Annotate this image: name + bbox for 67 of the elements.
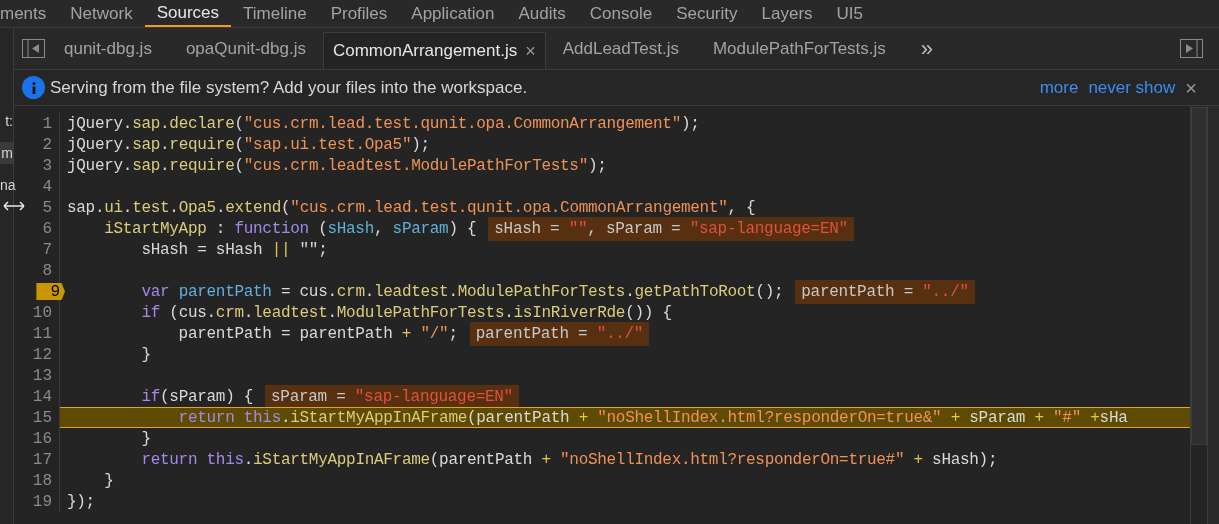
line-number: 6 bbox=[42, 218, 53, 240]
navigator-item[interactable]: m bbox=[0, 142, 13, 164]
line-number: 11 bbox=[32, 323, 53, 345]
code-line: iStartMyApp : function (sHash, sParam) { bbox=[103, 218, 477, 240]
panel-tab[interactable]: Audits bbox=[506, 0, 578, 27]
line-number: 19 bbox=[32, 491, 53, 513]
scrollbar-thumb[interactable] bbox=[1191, 107, 1207, 445]
navigator-item[interactable]: t: bbox=[0, 110, 13, 132]
panel-tab[interactable]: Profiles bbox=[318, 0, 400, 27]
line-number: 9 bbox=[36, 283, 65, 300]
inline-value: sHash = "", sParam = "sap-language=EN" bbox=[488, 216, 854, 241]
code-line: return this.iStartMyAppInAFrame(parentPath + "noShellIndex.html?responderOn=true#" + sHash); bbox=[140, 449, 998, 471]
file-tab[interactable]: opaQunit-dbg.js bbox=[168, 28, 323, 69]
line-number: 3 bbox=[42, 155, 53, 177]
code-line: }); bbox=[67, 491, 95, 513]
code-line: var parentPath = cus.crm.leadtest.ModulePathForTests.getPathToRoot(); bbox=[140, 281, 784, 303]
sidebar-toggle-icon[interactable] bbox=[22, 39, 45, 58]
code-line: if(sParam) { bbox=[140, 386, 254, 408]
inline-value: parentPath = "../" bbox=[469, 321, 650, 346]
info-link[interactable]: more bbox=[1039, 74, 1079, 101]
close-tab-button[interactable]: × bbox=[525, 37, 536, 65]
code-line: parentPath = parentPath + "/"; bbox=[177, 323, 458, 345]
line-number: 4 bbox=[42, 176, 53, 198]
inline-value: parentPath = "../" bbox=[795, 279, 975, 304]
file-tab[interactable]: qunit-dbg.js bbox=[47, 28, 169, 69]
line-number: 12 bbox=[32, 344, 53, 366]
line-number: 13 bbox=[32, 365, 53, 387]
close-button[interactable]: × bbox=[1185, 72, 1197, 103]
more-tabs-button[interactable]: » bbox=[920, 32, 934, 65]
line-number: 10 bbox=[32, 302, 53, 324]
resize-icon[interactable] bbox=[3, 201, 25, 211]
code-line: jQuery.sap.require("sap.ui.test.Opa5"); bbox=[67, 134, 430, 156]
panel-tab[interactable]: Security bbox=[664, 0, 750, 27]
panel-tab[interactable]: Layers bbox=[749, 0, 825, 27]
info-link[interactable]: never show bbox=[1088, 74, 1176, 101]
inline-value: sParam = "sap-language=EN" bbox=[265, 384, 519, 409]
panel-tab[interactable]: Console bbox=[577, 0, 665, 27]
panel-tab[interactable]: Network bbox=[58, 0, 145, 27]
panel-tab[interactable]: ments bbox=[0, 0, 59, 27]
line-number: 1 bbox=[42, 113, 53, 135]
line-number: 7 bbox=[42, 239, 53, 261]
line-number: 2 bbox=[42, 134, 53, 156]
line-number: 5 bbox=[42, 197, 53, 219]
file-tab[interactable]: CommonArrangement.js × bbox=[322, 32, 546, 69]
code-line: return this.iStartMyAppInAFrame(parentPath + "noShellIndex.html?responderOn=true&" + sParam + "#" +sHa bbox=[177, 407, 1128, 429]
debugger-toggle-icon[interactable] bbox=[1180, 39, 1203, 58]
file-tab[interactable]: AddLeadTest.js bbox=[545, 28, 696, 69]
panel-tab[interactable]: Application bbox=[399, 0, 507, 27]
line-number: 17 bbox=[32, 449, 53, 471]
file-tab[interactable]: ModulePathForTests.js bbox=[695, 28, 903, 69]
line-number: 18 bbox=[32, 470, 53, 492]
panel-tab[interactable]: Timeline bbox=[231, 0, 319, 27]
info-message: Serving from the file system? Add your files into the workspace. bbox=[50, 76, 528, 99]
code-line: } bbox=[103, 470, 114, 492]
code-line: sap.ui.test.Opa5.extend("cus.crm.lead.test.qunit.opa.CommonArrangement", { bbox=[67, 197, 756, 219]
code-line: if (cus.crm.leadtest.ModulePathForTests.isInRiverRde()) { bbox=[140, 302, 672, 324]
code-line: sHash = sHash || ""; bbox=[140, 239, 328, 261]
code-line: } bbox=[140, 344, 151, 366]
line-number: 16 bbox=[32, 428, 53, 450]
code-line: jQuery.sap.require("cus.crm.leadtest.ModulePathForTests"); bbox=[67, 155, 607, 177]
line-number: 15 bbox=[32, 407, 53, 429]
info-icon bbox=[22, 76, 45, 99]
code-line: jQuery.sap.declare("cus.crm.lead.test.qunit.opa.CommonArrangement"); bbox=[67, 113, 700, 135]
code-line: } bbox=[140, 428, 151, 450]
line-number: 14 bbox=[32, 386, 53, 408]
line-number: 8 bbox=[42, 260, 53, 282]
panel-tab[interactable]: UI5 bbox=[824, 0, 876, 27]
